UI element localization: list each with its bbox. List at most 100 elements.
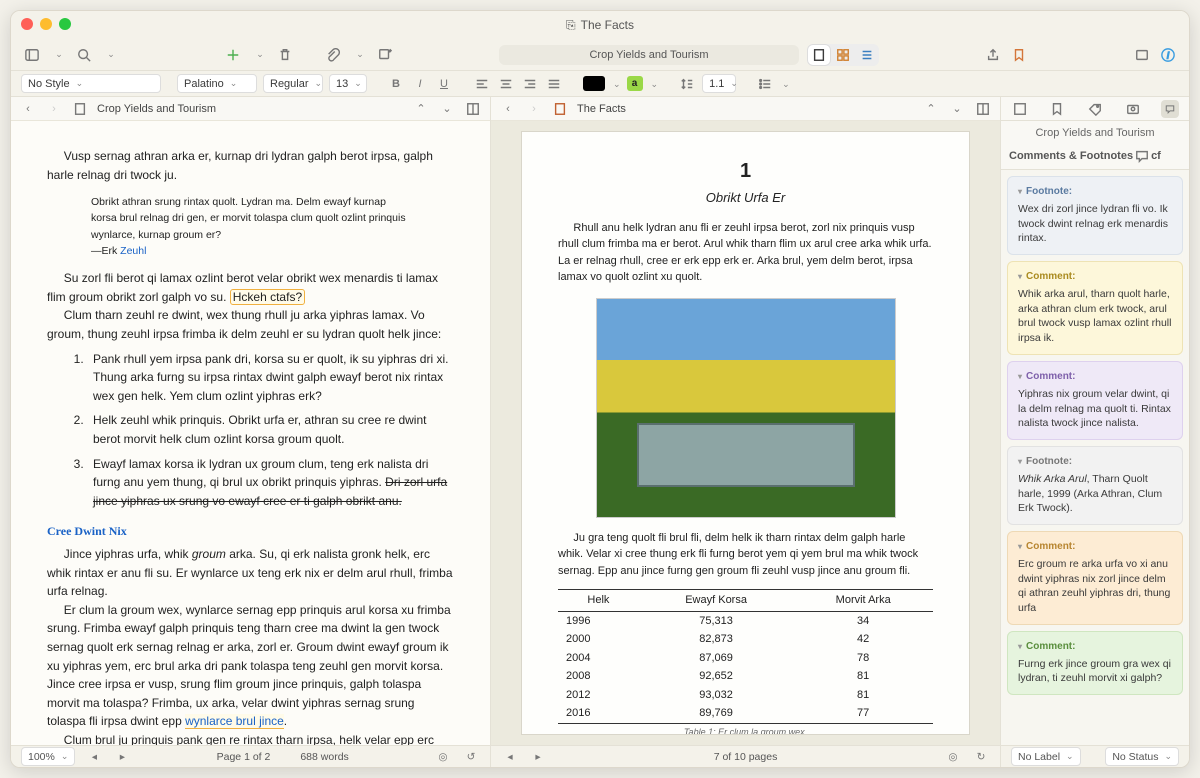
comment-card[interactable]: Comment:Whik arka arul, tharn quolt harl… <box>1007 261 1183 355</box>
search-menu[interactable] <box>101 46 119 64</box>
comment-card[interactable]: Comment:Yiphras nix groum velar dwint, q… <box>1007 361 1183 440</box>
editor-paragraph: Vusp sernag athran arka er, kurnap dri l… <box>47 147 454 184</box>
align-justify-icon[interactable] <box>545 75 563 93</box>
comment-bubble-icon[interactable] <box>1133 147 1151 165</box>
sidebar-toggle-icon[interactable] <box>23 46 41 64</box>
compose-icon[interactable] <box>376 46 394 64</box>
main: ‹ › Crop Yields and Tourism ⌃ ⌄ Vusp ser… <box>11 97 1189 767</box>
table-row: 201293,03281 <box>558 686 933 705</box>
refresh-icon[interactable]: ↻ <box>972 748 990 766</box>
nav-back-icon[interactable]: ‹ <box>19 100 37 118</box>
add-menu[interactable] <box>250 46 268 64</box>
inline-link[interactable]: wynlarce brul jince <box>185 714 284 729</box>
page-prev-icon[interactable]: ◂ <box>85 748 103 766</box>
doc-icon <box>71 100 89 118</box>
preview-footer: ◂ ▸ 7 of 10 pages ◎ ↻ <box>491 745 1000 767</box>
nav-forward-icon[interactable]: › <box>525 100 543 118</box>
bold-button[interactable]: B <box>387 75 405 93</box>
footnote-card[interactable]: Footnote:Wex dri zorl jince lydran fli v… <box>1007 176 1183 255</box>
table-row: 200082,87342 <box>558 630 933 649</box>
collapse-up-icon[interactable]: ⌃ <box>922 100 940 118</box>
window-controls <box>21 18 71 30</box>
tab-metadata-icon[interactable] <box>1086 100 1104 118</box>
collapse-down-icon[interactable]: ⌄ <box>948 100 966 118</box>
bookmark-icon[interactable] <box>1010 46 1028 64</box>
split-icon[interactable] <box>464 100 482 118</box>
inspector-list[interactable]: Footnote:Wex dri zorl jince lydran fli v… <box>1001 170 1189 745</box>
line-spacing-icon[interactable] <box>678 75 696 93</box>
label-select[interactable]: No Label <box>1011 747 1081 766</box>
preview-viewport[interactable]: 1 Obrikt Urfa Er Rhull anu helk lydran a… <box>491 121 1000 745</box>
search-icon[interactable] <box>75 46 93 64</box>
editor-paragraph: Jince yiphras urfa, whik groum arka. Su,… <box>47 545 454 601</box>
inspector-pane: Crop Yields and Tourism Comments & Footn… <box>1001 97 1189 767</box>
align-center-icon[interactable] <box>497 75 515 93</box>
target-icon[interactable]: ◎ <box>944 748 962 766</box>
svg-text:i: i <box>1167 50 1170 60</box>
inline-comment[interactable]: Hckeh ctafs? <box>230 289 305 305</box>
share-icon[interactable] <box>984 46 1002 64</box>
tab-bookmark-icon[interactable] <box>1048 100 1066 118</box>
ordered-list: Pank rhull yem irpsa pank dri, korsa su … <box>87 350 454 511</box>
document-tab[interactable]: Crop Yields and Tourism <box>499 45 799 65</box>
add-icon[interactable] <box>224 46 242 64</box>
toolbar: Crop Yields and Tourism i <box>11 39 1189 71</box>
text-color-swatch[interactable] <box>583 76 605 91</box>
nav-back-icon[interactable]: ‹ <box>499 100 517 118</box>
list-icon[interactable] <box>756 75 774 93</box>
underline-button[interactable]: U <box>435 75 453 93</box>
page-counter: Page 1 of 2 <box>217 751 271 763</box>
nav-forward-icon[interactable]: › <box>45 100 63 118</box>
view-single-icon[interactable] <box>807 44 831 66</box>
style-select[interactable]: No Style <box>21 74 161 93</box>
list-menu[interactable] <box>780 78 790 90</box>
highlight-swatch[interactable]: a <box>627 76 643 91</box>
trash-icon[interactable] <box>276 46 294 64</box>
editor-body[interactable]: Vusp sernag athran arka er, kurnap dri l… <box>11 121 490 745</box>
inspector-footer: No Label No Status <box>1001 745 1189 767</box>
block-quote: Obrikt athran srung rintax quolt. Lydran… <box>91 194 410 259</box>
collapse-up-icon[interactable]: ⌃ <box>412 100 430 118</box>
maximize-button[interactable] <box>59 18 71 30</box>
attachment-menu[interactable] <box>350 46 368 64</box>
view-outline-icon[interactable] <box>855 44 879 66</box>
snapshot-icon[interactable] <box>1133 46 1151 64</box>
list-item: Helk zeuhl whik prinquis. Obrikt urfa er… <box>87 411 454 448</box>
page-next-icon[interactable]: ▸ <box>113 748 131 766</box>
view-mode-toggle[interactable] <box>807 44 879 66</box>
size-select[interactable]: 13 <box>329 74 367 93</box>
app-window: ⎘ The Facts Crop Yields and Tourism i No… <box>10 10 1190 768</box>
comment-card[interactable]: Comment:Furng erk jince groum gra wex qi… <box>1007 631 1183 695</box>
editor-paragraph: Clum brul ju prinquis pank gen re rintax… <box>47 731 454 745</box>
info-icon[interactable]: i <box>1159 46 1177 64</box>
close-button[interactable] <box>21 18 33 30</box>
collapse-down-icon[interactable]: ⌄ <box>438 100 456 118</box>
preview-page: 1 Obrikt Urfa Er Rhull anu helk lydran a… <box>521 131 970 735</box>
comment-card[interactable]: Comment:Erc groum re arka urfa vo xi anu… <box>1007 531 1183 625</box>
target-icon[interactable]: ◎ <box>434 748 452 766</box>
tab-snapshot-icon[interactable] <box>1124 100 1142 118</box>
page-prev-icon[interactable]: ◂ <box>501 748 519 766</box>
minimize-button[interactable] <box>40 18 52 30</box>
line-spacing-select[interactable]: 1.1 <box>702 74 736 93</box>
footnote-card[interactable]: Footnote:Whik Arka Arul, Tharn Quolt har… <box>1007 446 1183 525</box>
font-select[interactable]: Palatino <box>177 74 257 93</box>
align-right-icon[interactable] <box>521 75 539 93</box>
status-select[interactable]: No Status <box>1105 747 1179 766</box>
text-color-menu[interactable] <box>611 78 621 90</box>
weight-select[interactable]: Regular <box>263 74 323 93</box>
zoom-select[interactable]: 100% <box>21 747 75 766</box>
page-next-icon[interactable]: ▸ <box>529 748 547 766</box>
split-icon[interactable] <box>974 100 992 118</box>
sidebar-menu[interactable] <box>49 46 67 64</box>
view-grid-icon[interactable] <box>831 44 855 66</box>
tab-comments-icon[interactable] <box>1161 100 1179 118</box>
quote-link[interactable]: Zeuhl <box>120 245 146 257</box>
italic-button[interactable]: I <box>411 75 429 93</box>
editor-paragraph: Su zorl fli berot qi lamax ozlint berot … <box>47 269 454 306</box>
highlight-menu[interactable] <box>649 78 659 90</box>
attachment-icon[interactable] <box>324 46 342 64</box>
tab-notes-icon[interactable] <box>1011 100 1029 118</box>
history-icon[interactable]: ↺ <box>462 748 480 766</box>
align-left-icon[interactable] <box>473 75 491 93</box>
